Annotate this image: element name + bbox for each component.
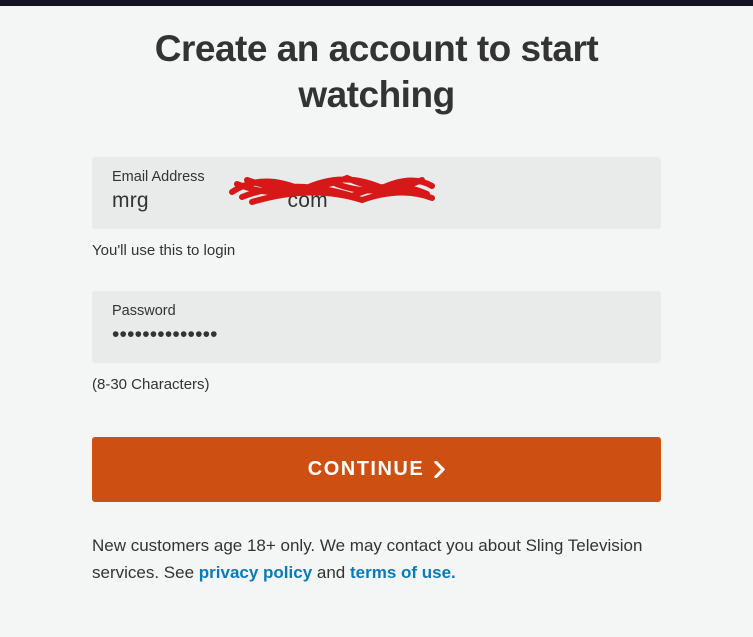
privacy-policy-link[interactable]: privacy policy [199,563,312,582]
email-helper: You'll use this to login [92,242,661,259]
disclaimer-text: New customers age 18+ only. We may conta… [92,532,661,586]
signup-container: Create an account to start watching Emai… [0,6,753,586]
disclaimer-and: and [312,563,350,582]
email-label: Email Address [112,169,641,185]
password-helper: (8-30 Characters) [92,376,661,393]
email-input-group: Email Address [92,157,661,229]
password-label: Password [112,303,641,319]
continue-label: CONTINUE [308,458,424,481]
terms-of-use-link[interactable]: terms of use. [350,563,456,582]
page-title: Create an account to start watching [92,26,661,119]
password-field[interactable] [112,323,641,347]
password-input-group: Password [92,291,661,363]
continue-button[interactable]: CONTINUE [92,437,661,502]
chevron-right-icon [434,461,445,478]
email-field[interactable] [112,189,641,213]
